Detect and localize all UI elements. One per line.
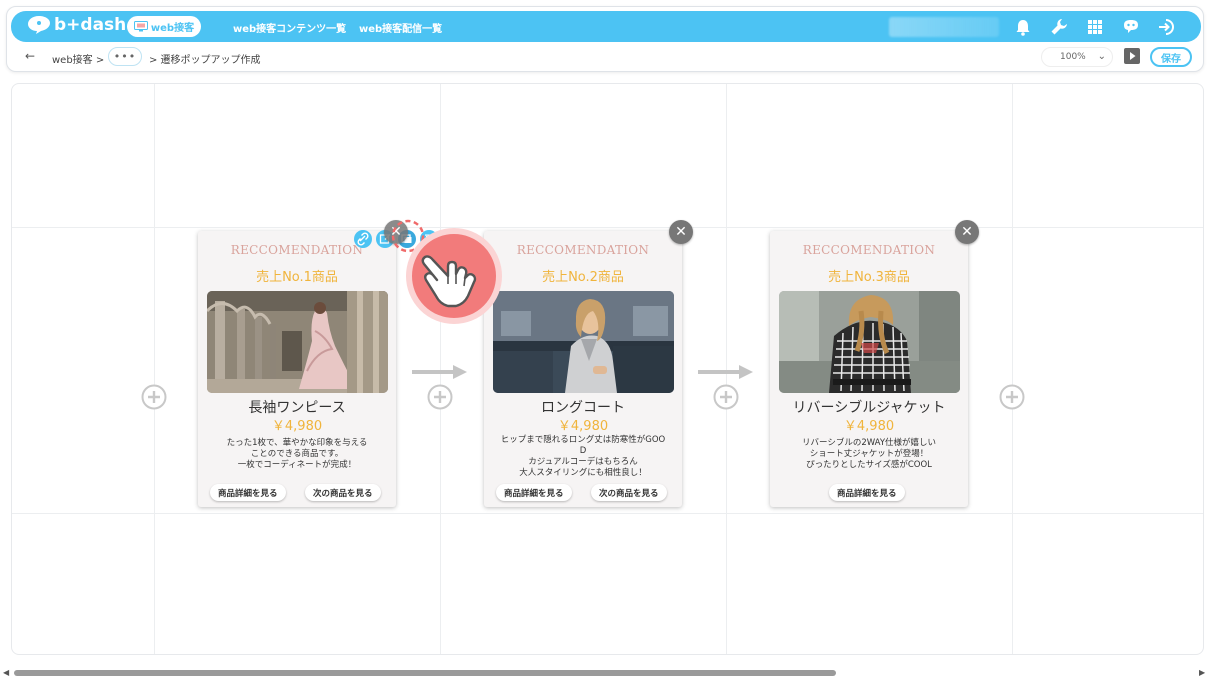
nav-link-delivery[interactable]: web接客配信一覧 xyxy=(359,20,442,35)
add-step-plus-icon[interactable] xyxy=(427,384,453,410)
header: b+dash web接客 web接客コンテンツ一覧 web接客配信一覧 ← we… xyxy=(6,6,1204,72)
save-button[interactable]: 保存 xyxy=(1150,47,1192,67)
chevron-down-icon: ⌄ xyxy=(1097,51,1106,62)
description-line: 大人スタイリングにも相性良し！ xyxy=(519,468,647,478)
add-step-plus-icon[interactable] xyxy=(713,384,739,410)
logo[interactable]: b+dash xyxy=(27,15,126,35)
close-icon[interactable]: ✕ xyxy=(955,220,979,244)
card-eyebrow: RECCOMENDATION xyxy=(516,243,650,257)
tap-hand-pointer-icon xyxy=(391,219,502,324)
scroll-right-icon[interactable]: ▶ xyxy=(1199,668,1205,677)
horizontal-scrollbar[interactable]: ◀ ▶ xyxy=(0,666,1210,680)
description-line: D xyxy=(579,446,587,456)
card-rank: 売上No.2商品 xyxy=(542,270,624,285)
logo-icon xyxy=(28,16,50,34)
breadcrumb-root[interactable]: web接客 > xyxy=(52,51,104,66)
description-line: カジュアルコーデはもちろん xyxy=(528,457,638,467)
product-name: 長袖ワンピース xyxy=(248,400,346,416)
popup-card-3[interactable]: RECCOMENDATION 売上No.3商品 リバーシブルジャケット ￥4,9… xyxy=(770,231,968,507)
product-name: リバーシブルジャケット xyxy=(792,400,946,416)
description-line: ぴったりとしたサイズ感がCOOL xyxy=(806,460,932,470)
description-line: たった1枚で、華やかな印象を与える xyxy=(226,438,368,448)
product-detail-button[interactable]: 商品詳細を見る xyxy=(496,484,572,501)
description-line: リバーシブルの2WAY仕様が嬉しい xyxy=(801,438,937,448)
product-description: ヒップまで隠れるロング丈は防寒性がGOO D カジュアルコーデはもちろん 大人ス… xyxy=(490,435,676,479)
popup-card-2[interactable]: RECCOMENDATION 売上No.2商品 ロングコート ￥4,980 ヒッ… xyxy=(484,231,682,507)
add-step-plus-icon[interactable] xyxy=(999,384,1025,410)
nav-link-contents[interactable]: web接客コンテンツ一覧 xyxy=(233,20,346,35)
flow-arrow-icon xyxy=(412,365,467,379)
product-price: ￥4,980 xyxy=(843,419,895,434)
product-detail-button[interactable]: 商品詳細を見る xyxy=(210,484,286,501)
next-product-button[interactable]: 次の商品を見る xyxy=(305,484,381,501)
product-name: ロングコート xyxy=(541,400,625,416)
zoom-value: 100% xyxy=(1060,52,1086,62)
account-name-blurred xyxy=(889,17,999,37)
sub-toolbar: ← web接客 > ••• > 遷移ポップアップ作成 100% ⌄ 保存 xyxy=(7,47,1205,69)
product-price: ￥4,980 xyxy=(271,419,323,434)
flow-arrow-icon xyxy=(698,365,753,379)
grid-line xyxy=(12,513,1203,514)
product-description: リバーシブルの2WAY仕様が嬉しい ショート丈ジャケットが登場！ ぴったりとした… xyxy=(776,438,962,471)
wrench-icon[interactable] xyxy=(1049,17,1069,37)
description-line: 一枚でコーディネートが完成！ xyxy=(237,460,357,470)
grid-icon[interactable] xyxy=(1085,17,1105,37)
description-line: ヒップまで隠れるロング丈は防寒性がGOO xyxy=(500,435,666,445)
grid-line xyxy=(154,84,155,654)
logout-icon[interactable] xyxy=(1157,17,1177,37)
description-line: ことのできる商品です。 xyxy=(250,449,344,459)
tab-label: web接客 xyxy=(150,23,195,34)
chat-bot-icon[interactable] xyxy=(1121,17,1141,37)
next-product-button[interactable]: 次の商品を見る xyxy=(591,484,667,501)
card-rank: 売上No.3商品 xyxy=(828,270,910,285)
logo-text: b+dash xyxy=(54,15,127,35)
scroll-left-icon[interactable]: ◀ xyxy=(3,668,9,677)
grid-line xyxy=(12,227,1203,228)
card-eyebrow: RECCOMENDATION xyxy=(802,243,936,257)
play-icon xyxy=(1130,52,1136,60)
add-step-plus-icon[interactable] xyxy=(141,384,167,410)
top-bar: b+dash web接客 web接客コンテンツ一覧 web接客配信一覧 xyxy=(11,11,1201,42)
product-image-jacket xyxy=(779,291,960,393)
description-line: ショート丈ジャケットが登場！ xyxy=(809,449,929,459)
tab-web-service[interactable]: web接客 xyxy=(127,16,201,37)
breadcrumb-more-button[interactable]: ••• xyxy=(108,47,142,66)
zoom-select[interactable]: 100% ⌄ xyxy=(1041,47,1113,67)
product-detail-button[interactable]: 商品詳細を見る xyxy=(829,484,905,501)
link-icon[interactable] xyxy=(354,230,372,248)
bell-icon[interactable] xyxy=(1013,17,1033,37)
breadcrumb-current: > 遷移ポップアップ作成 xyxy=(149,55,261,66)
popup-card-1[interactable]: RECCOMENDATION 売上No.1商品 長袖ワンピース ￥4,980 た… xyxy=(198,231,396,507)
preview-play-button[interactable] xyxy=(1124,48,1140,64)
product-image-dress xyxy=(207,291,388,393)
card-rank: 売上No.1商品 xyxy=(256,270,338,285)
monitor-icon xyxy=(133,21,148,32)
grid-line xyxy=(1012,84,1013,654)
product-image-coat xyxy=(493,291,674,393)
product-price: ￥4,980 xyxy=(557,419,609,434)
close-icon[interactable]: ✕ xyxy=(669,220,693,244)
back-arrow-icon[interactable]: ← xyxy=(25,49,35,63)
scrollbar-thumb[interactable] xyxy=(14,670,836,676)
product-description: たった1枚で、華やかな印象を与える ことのできる商品です。 一枚でコーディネート… xyxy=(204,438,390,471)
